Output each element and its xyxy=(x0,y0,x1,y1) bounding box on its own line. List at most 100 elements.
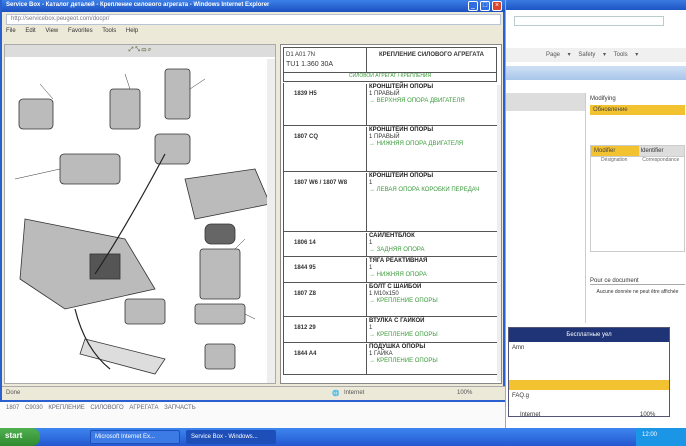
part-name: КРОНШТЕЙН ОПОРЫ xyxy=(369,173,434,179)
part-detail: M10x150 xyxy=(374,291,399,297)
part-qty: 1 xyxy=(369,180,373,186)
nav-item-selected[interactable] xyxy=(509,380,669,390)
table-subtitle: СИЛОВОЙ АГРЕГАТ / КРЕПЛЕНИЯ xyxy=(283,72,497,82)
menu-edit[interactable]: Edit xyxy=(25,28,35,34)
background-header-band xyxy=(506,66,686,80)
navigation-panel: Бесплатные уел Amn FAQ.g xyxy=(508,327,670,417)
part-note: → ВЕРХНЯЯ ОПОРА ДВИГАТЕЛЯ xyxy=(369,98,465,104)
part-name: ТЯГА РЕАКТИВНАЯ xyxy=(369,258,428,264)
part-note: → КРЕПЛЕНИЕ ОПОРЫ xyxy=(369,332,438,338)
column-header: Désignation xyxy=(601,157,628,163)
globe-icon: 🌐 xyxy=(332,391,340,397)
part-name: БОЛТ С ШАЙБОЙ xyxy=(369,284,422,290)
table-row[interactable]: 1807 W6 / 1807 W8 КРОНШТЕЙН ОПОРЫ 1 → ЛЕ… xyxy=(283,172,497,232)
part-note: → ЗАДНЯЯ ОПОРА xyxy=(369,247,425,253)
background-address-bar[interactable] xyxy=(514,16,664,26)
menu-tools[interactable]: Tools xyxy=(102,28,116,34)
table-row[interactable]: 1812 29 ВТУЛКА С ГАЙКОЙ 1 → КРЕПЛЕНИЕ ОП… xyxy=(283,317,497,343)
update-bar[interactable]: Обновление xyxy=(590,105,685,115)
menu-help[interactable]: Help xyxy=(126,28,138,34)
table-row[interactable]: 1807 CQ КРОНШТЕЙН ОПОРЫ 1 ПРАВЫЙ → НИЖНЯ… xyxy=(283,126,497,172)
menu-favorites[interactable]: Favorites xyxy=(68,28,93,34)
part-description: БОЛТ С ШАЙБОЙ 1 M10x150 → КРЕПЛЕНИЕ ОПОР… xyxy=(366,284,494,317)
part-name: САЙЛЕНТБЛОК xyxy=(369,233,415,239)
part-name: ПОДУШКА ОПОРЫ xyxy=(369,344,426,350)
part-name: КРОНШТЕЙН ОПОРЫ xyxy=(369,84,434,90)
part-qty: 1 xyxy=(369,291,373,297)
table-scrollbar[interactable] xyxy=(497,85,501,381)
zoom-level[interactable]: 100% xyxy=(457,390,472,396)
part-note: → НИЖНЯЯ ОПОРА ДВИГАТЕЛЯ xyxy=(369,141,464,147)
part-detail: ПРАВЫЙ xyxy=(374,91,400,97)
nav-header: Бесплатные уел xyxy=(509,328,669,342)
part-description: САЙЛЕНТБЛОК 1 → ЗАДНЯЯ ОПОРА xyxy=(366,233,494,257)
part-description: ПОДУШКА ОПОРЫ 1 ГАЙКА → КРЕПЛЕНИЕ ОПОРЫ xyxy=(366,344,494,375)
part-qty: 1 xyxy=(369,134,373,140)
menu-view[interactable]: View xyxy=(45,28,58,34)
status-zone: Internet xyxy=(344,390,365,396)
part-description: КРОНШТЕЙН ОПОРЫ 1 ПРАВЫЙ → НИЖНЯЯ ОПОРА … xyxy=(366,127,494,172)
nav-item[interactable]: Amn xyxy=(509,342,669,354)
close-button[interactable]: × xyxy=(492,1,502,11)
background-browser-window[interactable]: Page ▾ Safety ▾ Tools ▾ Modifying Обновл… xyxy=(505,0,686,428)
minimize-button[interactable]: _ xyxy=(468,1,478,11)
maximize-button[interactable]: □ xyxy=(480,1,490,11)
browser-window[interactable]: Service Box - Каталог деталей - Креплени… xyxy=(0,0,505,402)
background-row: 1807 C9030 КРЕПЛЕНИЕ СИЛОВОГО АГРЕГАТА З… xyxy=(0,402,505,428)
exploded-parts-diagram[interactable]: ⤢ ⤡ ▭ ⌕ xyxy=(4,44,276,384)
reference-code: D1 A01 7N xyxy=(286,52,316,58)
part-qty: 1 xyxy=(369,325,373,331)
background-title-bar[interactable] xyxy=(506,0,686,10)
part-name: ВТУЛКА С ГАЙКОЙ xyxy=(369,318,425,324)
address-bar[interactable]: http://servicebox.peugeot.com/docpr/ xyxy=(6,14,501,25)
part-code[interactable]: 1806 14 xyxy=(294,240,316,246)
column-header: Correspondance xyxy=(642,157,680,163)
diagram-toolbar[interactable]: ⤢ ⤡ ▭ ⌕ xyxy=(5,45,275,57)
part-note: → КРЕПЛЕНИЕ ОПОРЫ xyxy=(369,298,438,304)
part-code[interactable]: 1844 A4 xyxy=(294,351,316,357)
part-description: КРОНШТЕЙН ОПОРЫ 1 ПРАВЫЙ → ВЕРХНЯЯ ОПОРА… xyxy=(366,84,494,126)
start-button[interactable]: start xyxy=(0,428,40,446)
background-status-zone: Internet xyxy=(520,412,541,418)
nav-item[interactable]: FAQ.g xyxy=(509,390,669,402)
taskbar-item-active[interactable]: Service Box - Windows... xyxy=(186,430,276,444)
part-qty: 1 xyxy=(369,91,373,97)
part-code[interactable]: 1839 H5 xyxy=(294,91,317,97)
note-title: Pour ce document xyxy=(590,278,685,285)
table-row[interactable]: 1839 H5 КРОНШТЕЙН ОПОРЫ 1 ПРАВЫЙ → ВЕРХН… xyxy=(283,83,497,126)
part-note: → ЛЕВАЯ ОПОРА КОРОБКИ ПЕРЕДАЧ xyxy=(369,187,480,193)
table-row[interactable]: 1844 95 ТЯГА РЕАКТИВНАЯ 1 → НИЖНЯЯ ОПОРА xyxy=(283,257,497,283)
tab-modifier[interactable]: Modifier xyxy=(591,146,639,156)
part-code[interactable]: 1807 CQ xyxy=(294,134,318,140)
engine-mount-drawing xyxy=(14,68,271,375)
system-tray-clock[interactable]: 12:00 xyxy=(636,428,686,446)
parts-table: D1 A01 7N TU1 1.360 30A КРЕПЛЕНИЕ СИЛОВО… xyxy=(280,44,502,384)
note-text: Aucune donnée ne peut être affichée xyxy=(596,289,679,295)
table-row[interactable]: 1806 14 САЙЛЕНТБЛОК 1 → ЗАДНЯЯ ОПОРА xyxy=(283,232,497,257)
taskbar-item[interactable]: Microsoft Internet Ex... xyxy=(90,430,180,444)
part-code[interactable]: 1844 95 xyxy=(294,265,316,271)
part-qty: 1 xyxy=(369,240,373,246)
part-note: → НИЖНЯЯ ОПОРА xyxy=(369,272,427,278)
status-text: Done xyxy=(6,390,21,396)
diagram-scrollbar[interactable] xyxy=(267,59,275,383)
tab-identifier[interactable]: Identifier xyxy=(638,146,684,156)
background-command-bar[interactable]: Page ▾ Safety ▾ Tools ▾ xyxy=(506,48,686,62)
menu-bar: File Edit View Favorites Tools Help xyxy=(6,28,501,38)
part-description: КРОНШТЕЙН ОПОРЫ 1 → ЛЕВАЯ ОПОРА КОРОБКИ … xyxy=(366,173,494,232)
table-row[interactable]: 1807 Z8 БОЛТ С ШАЙБОЙ 1 M10x150 → КРЕПЛЕ… xyxy=(283,283,497,317)
part-detail: ПРАВЫЙ xyxy=(374,134,400,140)
table-row[interactable]: 1844 A4 ПОДУШКА ОПОРЫ 1 ГАЙКА → КРЕПЛЕНИ… xyxy=(283,343,497,375)
background-status-zoom[interactable]: 100% xyxy=(640,412,655,418)
part-code[interactable]: 1807 Z8 xyxy=(294,291,316,297)
panel-label: Modifying xyxy=(590,96,616,102)
window-title[interactable]: Service Box - Каталог деталей - Креплени… xyxy=(2,0,505,12)
part-qty: 1 xyxy=(369,351,373,357)
part-code[interactable]: 1812 29 xyxy=(294,325,316,331)
menu-file[interactable]: File xyxy=(6,28,16,34)
background-right-panel: Modifying Обновление Modifier Identifier… xyxy=(590,93,685,323)
part-detail: ГАЙКА xyxy=(374,351,393,357)
table-title: КРЕПЛЕНИЕ СИЛОВОГО АГРЕГАТА xyxy=(366,47,497,73)
taskbar: start Microsoft Internet Ex... Service B… xyxy=(0,428,686,446)
part-code[interactable]: 1807 W6 / 1807 W8 xyxy=(294,180,347,186)
